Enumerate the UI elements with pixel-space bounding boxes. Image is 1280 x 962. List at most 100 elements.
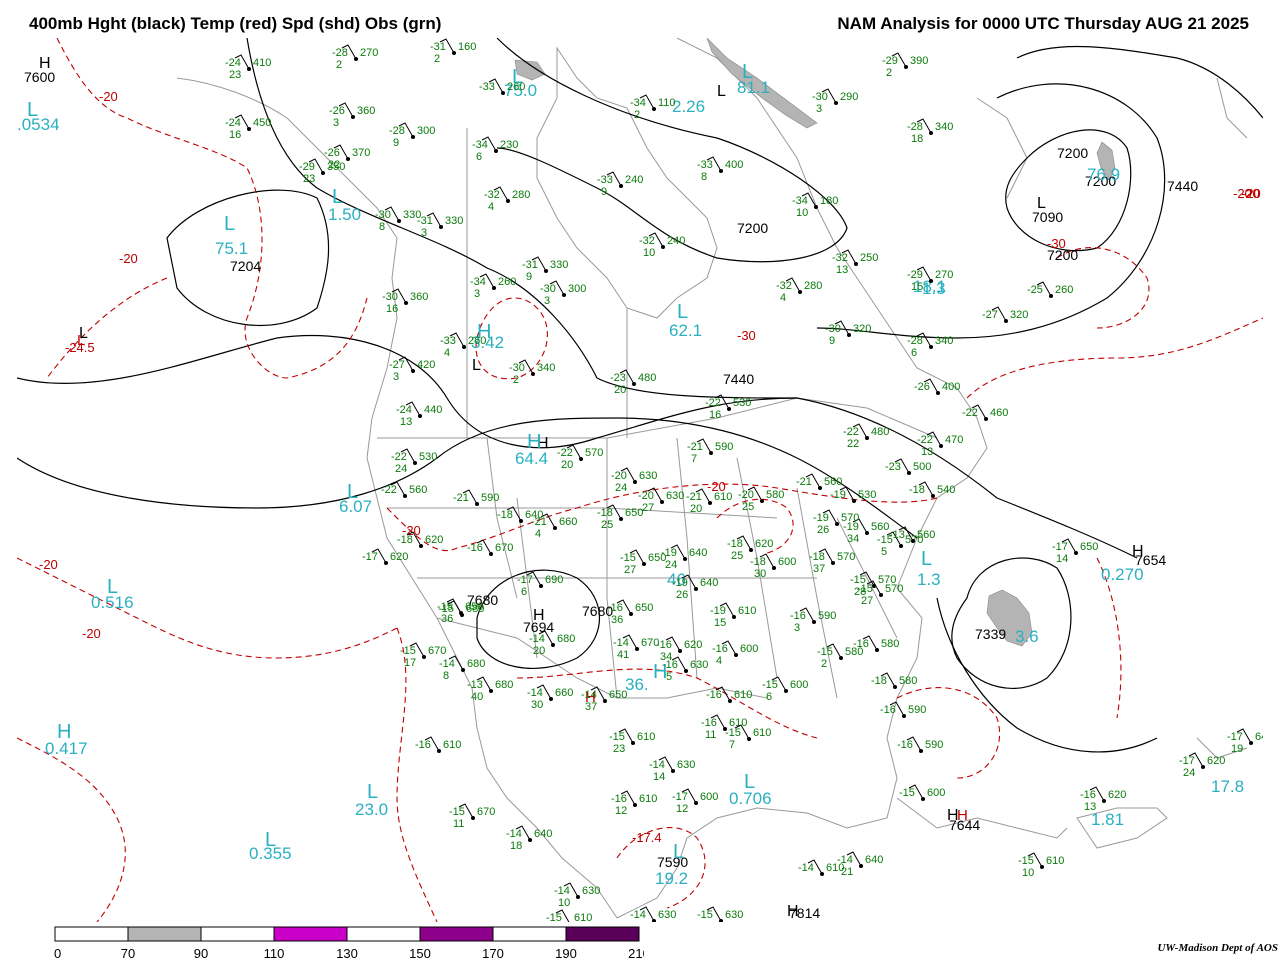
obs-height: 680 [466,603,484,615]
station-obs: -27 320 [982,306,1028,323]
temp-label: -20 [82,626,101,641]
obs-dewpoint: 27 [624,564,636,576]
obs-dewpoint: 13 [400,416,412,428]
obs-temp: -14 [439,658,455,670]
obs-temp: -17 [1052,541,1068,553]
obs-dewpoint: 2 [634,109,640,121]
obs-temp: -22 [557,447,573,459]
obs-height: 630 [725,909,743,921]
obs-height: 590 [818,610,836,622]
obs-dewpoint: 25 [731,550,743,562]
obs-temp: -14 [798,862,814,874]
obs-temp: -29 [907,269,923,281]
obs-height: 670 [477,806,495,818]
obs-dewpoint: 13 [836,264,848,276]
station-obs: -34 180 10 [792,192,838,219]
speed-label: 23.0 [355,800,388,819]
legend-swatch [346,926,421,942]
obs-height: 600 [700,791,718,803]
station-obs: -24 440 13 [396,401,442,428]
obs-temp: -18 [397,534,413,546]
station-obs: -31 330 9 [522,256,568,283]
station-obs: -14 630 10 [554,882,600,909]
speed-label: 75.1 [215,239,248,258]
obs-dewpoint: 9 [526,271,532,283]
temp-label: -17.4 [632,830,662,845]
obs-dewpoint: 10 [643,247,655,259]
obs-height: 340 [935,121,953,133]
obs-dewpoint: 26 [817,524,829,536]
obs-temp: -16 [712,643,728,655]
station-obs: -16 590 [880,701,926,718]
station-obs: -15 610 7 [725,724,771,751]
obs-temp: -14 [649,759,665,771]
obs-dewpoint: 2 [336,59,342,71]
station-obs: -15 610 23 [609,728,655,755]
obs-dewpoint: 16 [229,129,241,141]
obs-dewpoint: 3 [816,103,822,115]
obs-height: 690 [545,574,563,586]
station-obs: -15 610 10 [1018,852,1064,879]
station-obs: -34 110 2 [630,94,676,121]
obs-dewpoint: 4 [780,292,786,304]
legend-tick: 110 [264,946,285,961]
obs-temp: -32 [776,280,792,292]
legend-swatch [200,926,275,942]
obs-temp: -19 [661,547,677,559]
obs-height: 570 [841,512,859,524]
obs-temp: -16 [706,689,722,701]
obs-temp: -20 [638,490,654,502]
speed-label: 0.270 [1101,565,1144,584]
obs-dewpoint: 24 [1183,767,1195,779]
obs-dewpoint: 3 [544,295,550,307]
obs-temp: -30 [375,209,391,221]
obs-temp: -18 [750,556,766,568]
obs-temp: -15 [1018,855,1034,867]
obs-temp: -27 [389,359,405,371]
obs-temp: -24 [396,404,412,416]
obs-height: 340 [537,362,555,374]
obs-height: 400 [725,159,743,171]
temp-label: -20 [119,251,138,266]
obs-dewpoint: 20 [533,645,545,657]
obs-temp: -34 [630,97,646,109]
obs-height: 670 [495,542,513,554]
obs-temp: -16 [701,717,717,729]
station-obs: -20 630 27 [638,487,684,514]
obs-height: 610 [753,727,771,739]
obs-dewpoint: 4 [716,655,722,667]
obs-temp: -16 [662,659,678,671]
obs-temp: -21 [796,476,812,488]
obs-dewpoint: 23 [229,69,241,81]
temp-label: -30 [1047,236,1066,251]
obs-dewpoint: 6 [911,347,917,359]
obs-dewpoint: 13 [1084,801,1096,813]
obs-height: 580 [766,489,784,501]
obs-dewpoint: 8 [443,670,449,682]
obs-height: 600 [740,643,758,655]
station-obs: -14 660 30 [527,684,573,711]
station-obs: -16 650 36 [607,599,653,626]
obs-temp: -17 [1227,731,1243,743]
station-obs: -33 400 8 [697,156,743,183]
obs-height: 440 [424,404,442,416]
station-obs: -17 690 6 [517,571,563,598]
obs-temp: -15 [609,731,625,743]
obs-temp: -34 [472,139,488,151]
obs-dewpoint: 10 [558,897,570,909]
obs-temp: -30 [509,362,525,374]
station-obs: -19 640 24 [661,544,707,571]
obs-dewpoint: 23 [303,173,315,185]
obs-dewpoint: 36 [611,614,623,626]
height-center: H [787,903,799,920]
obs-height: 320 [1010,309,1028,321]
speed-label: 1.50 [328,205,361,224]
obs-temp: -31 [430,41,446,53]
obs-temp: -31 [417,215,433,227]
station-obs: -29 350 23 [299,158,345,185]
obs-dewpoint: 20 [690,503,702,515]
obs-dewpoint: 30 [531,699,543,711]
obs-dewpoint: 9 [393,137,399,149]
obs-dewpoint: 4 [535,528,541,540]
legend-tick: 210 [628,946,644,961]
